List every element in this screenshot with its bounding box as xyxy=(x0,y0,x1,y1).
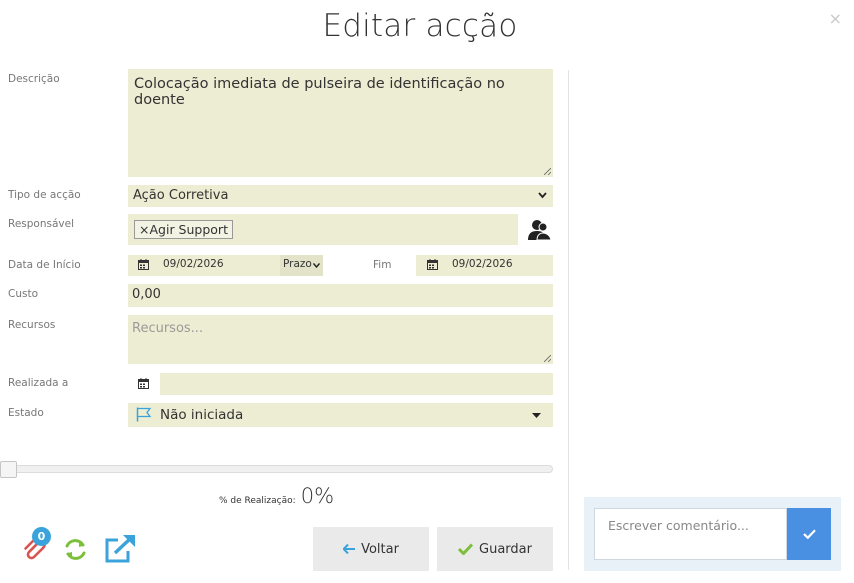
tipo-value: Ação Corretiva xyxy=(133,188,229,203)
estado-value: Não iniciada xyxy=(160,407,244,423)
estado-label: Estado xyxy=(8,407,44,419)
chevron-down-icon xyxy=(313,263,320,268)
recursos-label: Recursos xyxy=(8,319,56,331)
tipo-label: Tipo de acção xyxy=(8,189,81,201)
responsavel-label: Responsável xyxy=(8,218,74,230)
check-icon xyxy=(458,543,474,555)
responsavel-field[interactable]: ×Agir Support xyxy=(128,214,518,245)
progress-label: % de Realização: xyxy=(218,496,296,506)
tag-remove-icon[interactable]: × xyxy=(139,222,149,237)
prazo-select[interactable]: Prazo xyxy=(280,255,323,276)
tag-label: Agir Support xyxy=(149,222,228,237)
calendar-icon[interactable] xyxy=(138,378,149,389)
close-icon[interactable]: × xyxy=(829,9,842,28)
progress-slider-handle[interactable] xyxy=(0,461,17,478)
caret-down-icon xyxy=(532,413,541,418)
calendar-icon[interactable] xyxy=(138,259,149,270)
custo-input[interactable]: 0,00 xyxy=(128,284,553,307)
realizada-label: Realizada a xyxy=(8,377,69,389)
estado-select[interactable]: Não iniciada xyxy=(128,403,553,427)
progress-value: 0% xyxy=(300,484,335,508)
tipo-select[interactable]: Ação Corretiva xyxy=(128,185,553,207)
descricao-label: Descrição xyxy=(8,73,60,85)
calendar-addon[interactable] xyxy=(128,373,160,395)
arrow-left-icon xyxy=(343,544,356,554)
custo-value: 0,00 xyxy=(132,287,161,302)
back-button[interactable]: Voltar xyxy=(313,527,429,571)
progress-readout: % de Realização: 0% xyxy=(0,484,553,508)
descricao-textarea[interactable]: Colocação imediata de pulseira de identi… xyxy=(128,69,553,177)
external-link-icon[interactable] xyxy=(104,534,138,564)
comment-panel: Escrever comentário... xyxy=(584,497,841,571)
save-label: Guardar xyxy=(479,541,532,557)
check-icon xyxy=(802,529,816,539)
flag-icon xyxy=(136,407,152,422)
modal-title: Editar acção xyxy=(322,8,518,44)
users-icon[interactable] xyxy=(528,219,552,241)
prazo-label: Prazo xyxy=(283,258,312,270)
chevron-down-icon xyxy=(538,192,547,199)
progress-slider-track[interactable] xyxy=(0,465,553,473)
comment-placeholder: Escrever comentário... xyxy=(608,518,749,533)
data-inicio-value: 09/02/2026 xyxy=(163,258,224,270)
back-label: Voltar xyxy=(361,541,399,557)
realizada-field[interactable] xyxy=(128,373,553,395)
fim-label: Fim xyxy=(373,259,392,271)
resize-handle-icon[interactable] xyxy=(544,168,551,175)
attachments-count-badge: 0 xyxy=(32,527,51,546)
fim-value: 09/02/2026 xyxy=(452,258,513,270)
responsavel-tag: ×Agir Support xyxy=(134,220,233,239)
resize-handle-icon[interactable] xyxy=(544,355,551,362)
recursos-placeholder: Recursos... xyxy=(132,321,204,336)
descricao-value: Colocação imediata de pulseira de identi… xyxy=(134,76,505,108)
comment-submit-button[interactable] xyxy=(787,508,831,560)
save-button[interactable]: Guardar xyxy=(437,527,553,571)
refresh-icon[interactable] xyxy=(62,537,89,562)
calendar-icon[interactable] xyxy=(427,259,438,270)
recursos-textarea[interactable]: Recursos... xyxy=(128,315,553,364)
fim-field[interactable]: 09/02/2026 xyxy=(416,255,553,276)
comment-input[interactable]: Escrever comentário... xyxy=(594,508,787,560)
data-inicio-field[interactable]: 09/02/2026 Prazo xyxy=(128,255,323,276)
custo-label: Custo xyxy=(8,288,38,300)
data-inicio-label: Data de Início xyxy=(8,259,81,271)
panel-divider xyxy=(568,70,569,570)
